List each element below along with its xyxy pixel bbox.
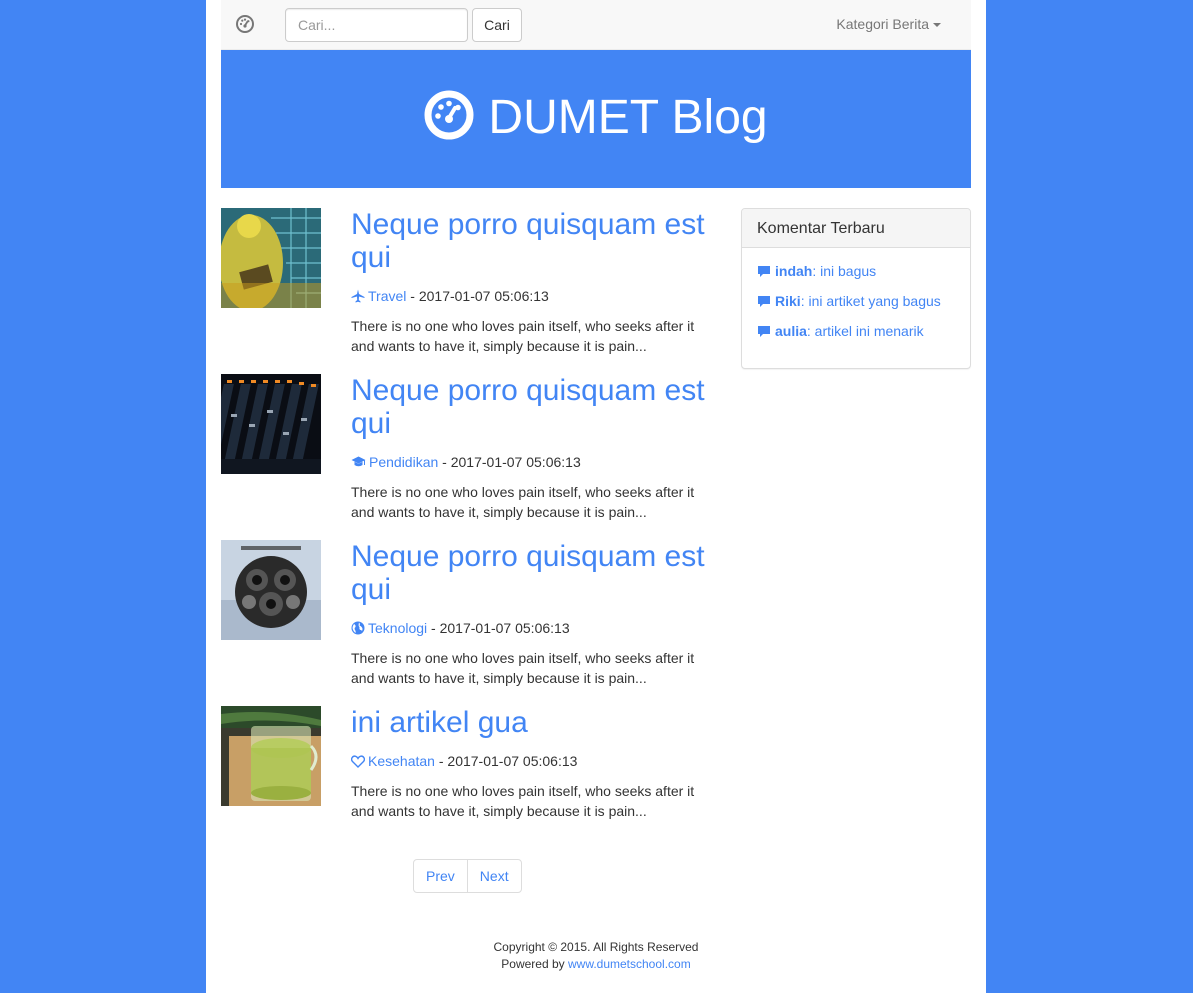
powered-by-label: Powered by — [501, 957, 568, 971]
comment-item[interactable]: Riki: ini artiket yang bagus — [757, 291, 955, 321]
blog-title: DUMET Blog — [488, 91, 768, 144]
article-thumbnail[interactable] — [221, 208, 321, 308]
comment-text: : ini artiket yang bagus — [800, 293, 941, 309]
article-category-label: Pendidikan — [369, 454, 439, 470]
panel-title: Komentar Terbaru — [742, 209, 970, 248]
globe-icon — [351, 621, 365, 635]
article-excerpt: There is no one who loves pain itself, w… — [351, 318, 695, 354]
meta-separator: - — [438, 454, 451, 470]
blog-header: DUMET Blog — [221, 50, 971, 188]
article-title-link[interactable]: Neque porro quisquam est qui — [351, 374, 716, 440]
article-excerpt: There is no one who loves pain itself, w… — [351, 650, 695, 686]
comments-list: indah: ini bagus Riki: ini artiket yang … — [742, 248, 970, 364]
article-thumbnail[interactable] — [221, 540, 321, 640]
article-item: ini artikel gua Kesehatan - 2017-01-07 0… — [221, 706, 721, 856]
article-title-link[interactable]: Neque porro quisquam est qui — [351, 208, 716, 274]
article-meta: Pendidikan - 2017-01-07 05:06:13 — [351, 452, 716, 472]
page-container: Cari Kategori Berita DUMET Blog — [206, 0, 986, 993]
category-dropdown-label: Kategori Berita — [836, 16, 929, 32]
recent-comments-panel: Komentar Terbaru indah: ini bagus Riki: … — [741, 208, 971, 369]
category-dropdown[interactable]: Kategori Berita — [836, 16, 941, 32]
article-category-link[interactable]: Teknologi — [351, 620, 427, 636]
article-category-label: Teknologi — [368, 620, 428, 636]
article-body: Neque porro quisquam est qui Pendidikan … — [351, 374, 716, 522]
article-item: Neque porro quisquam est qui Pendidikan … — [221, 374, 721, 524]
article-meta: Teknologi - 2017-01-07 05:06:13 — [351, 618, 716, 638]
article-thumbnail[interactable] — [221, 706, 321, 806]
comment-author: Riki — [775, 293, 801, 309]
article-body: Neque porro quisquam est qui Travel - 20… — [351, 208, 716, 356]
dashboard-icon — [424, 90, 474, 140]
article-item: Neque porro quisquam est qui Travel - 20… — [221, 208, 721, 358]
dashboard-icon[interactable] — [236, 15, 254, 33]
article-category-label: Travel — [368, 288, 407, 304]
article-datetime: 2017-01-07 05:06:13 — [447, 753, 578, 769]
footer: Copyright © 2015. All Rights Reserved Po… — [221, 939, 971, 973]
article-category-link[interactable]: Kesehatan — [350, 753, 435, 769]
comment-text: : artikel ini menarik — [806, 323, 924, 339]
article-body: ini artikel gua Kesehatan - 2017-01-07 0… — [350, 706, 716, 821]
powered-by-link[interactable]: www.dumetschool.com — [568, 957, 691, 971]
article-datetime: 2017-01-07 05:06:13 — [450, 454, 581, 470]
meta-separator: - — [434, 753, 448, 769]
pagination: Prev Next — [413, 859, 522, 893]
comment-author: indah — [775, 263, 813, 279]
article-thumbnail[interactable] — [221, 374, 321, 474]
comment-item[interactable]: aulia: artikel ini menarik — [757, 321, 955, 351]
meta-separator: - — [406, 288, 419, 304]
comment-icon — [758, 296, 770, 307]
comment-text: : ini bagus — [812, 263, 877, 279]
caret-down-icon — [933, 23, 941, 28]
article-title-link[interactable]: ini artikel gua — [351, 706, 716, 739]
comment-icon — [758, 326, 770, 337]
heart-icon — [350, 755, 366, 768]
search-input[interactable] — [285, 8, 468, 42]
article-excerpt: There is no one who loves pain itself, w… — [351, 783, 695, 819]
article-body: Neque porro quisquam est qui Teknologi -… — [351, 540, 716, 688]
article-title-link[interactable]: Neque porro quisquam est qui — [351, 540, 716, 606]
article-meta: Travel - 2017-01-07 05:06:13 — [351, 286, 716, 306]
article-excerpt: There is no one who loves pain itself, w… — [351, 484, 695, 520]
article-meta: Kesehatan - 2017-01-07 05:06:13 — [350, 751, 716, 771]
article-datetime: 2017-01-07 05:06:13 — [418, 288, 549, 304]
powered-by: Powered by www.dumetschool.com — [221, 956, 971, 973]
copyright-text: Copyright © 2015. All Rights Reserved — [493, 940, 699, 954]
next-page-button[interactable]: Next — [466, 859, 522, 893]
plane-icon — [351, 289, 365, 303]
comment-author: aulia — [775, 323, 807, 339]
meta-separator: - — [427, 620, 440, 636]
article-category-link[interactable]: Pendidikan — [351, 454, 438, 470]
article-item: Neque porro quisquam est qui Teknologi -… — [221, 540, 721, 690]
article-category-label: Kesehatan — [368, 753, 435, 769]
blog-header-content: DUMET Blog — [221, 88, 971, 148]
article-datetime: 2017-01-07 05:06:13 — [439, 620, 570, 636]
comment-icon — [758, 266, 770, 277]
comment-item[interactable]: indah: ini bagus — [757, 261, 955, 291]
search-button[interactable]: Cari — [472, 8, 522, 42]
article-category-link[interactable]: Travel — [351, 288, 406, 304]
navbar: Cari Kategori Berita — [221, 0, 971, 50]
prev-page-button[interactable]: Prev — [413, 859, 468, 893]
graduation-cap-icon — [351, 456, 366, 467]
